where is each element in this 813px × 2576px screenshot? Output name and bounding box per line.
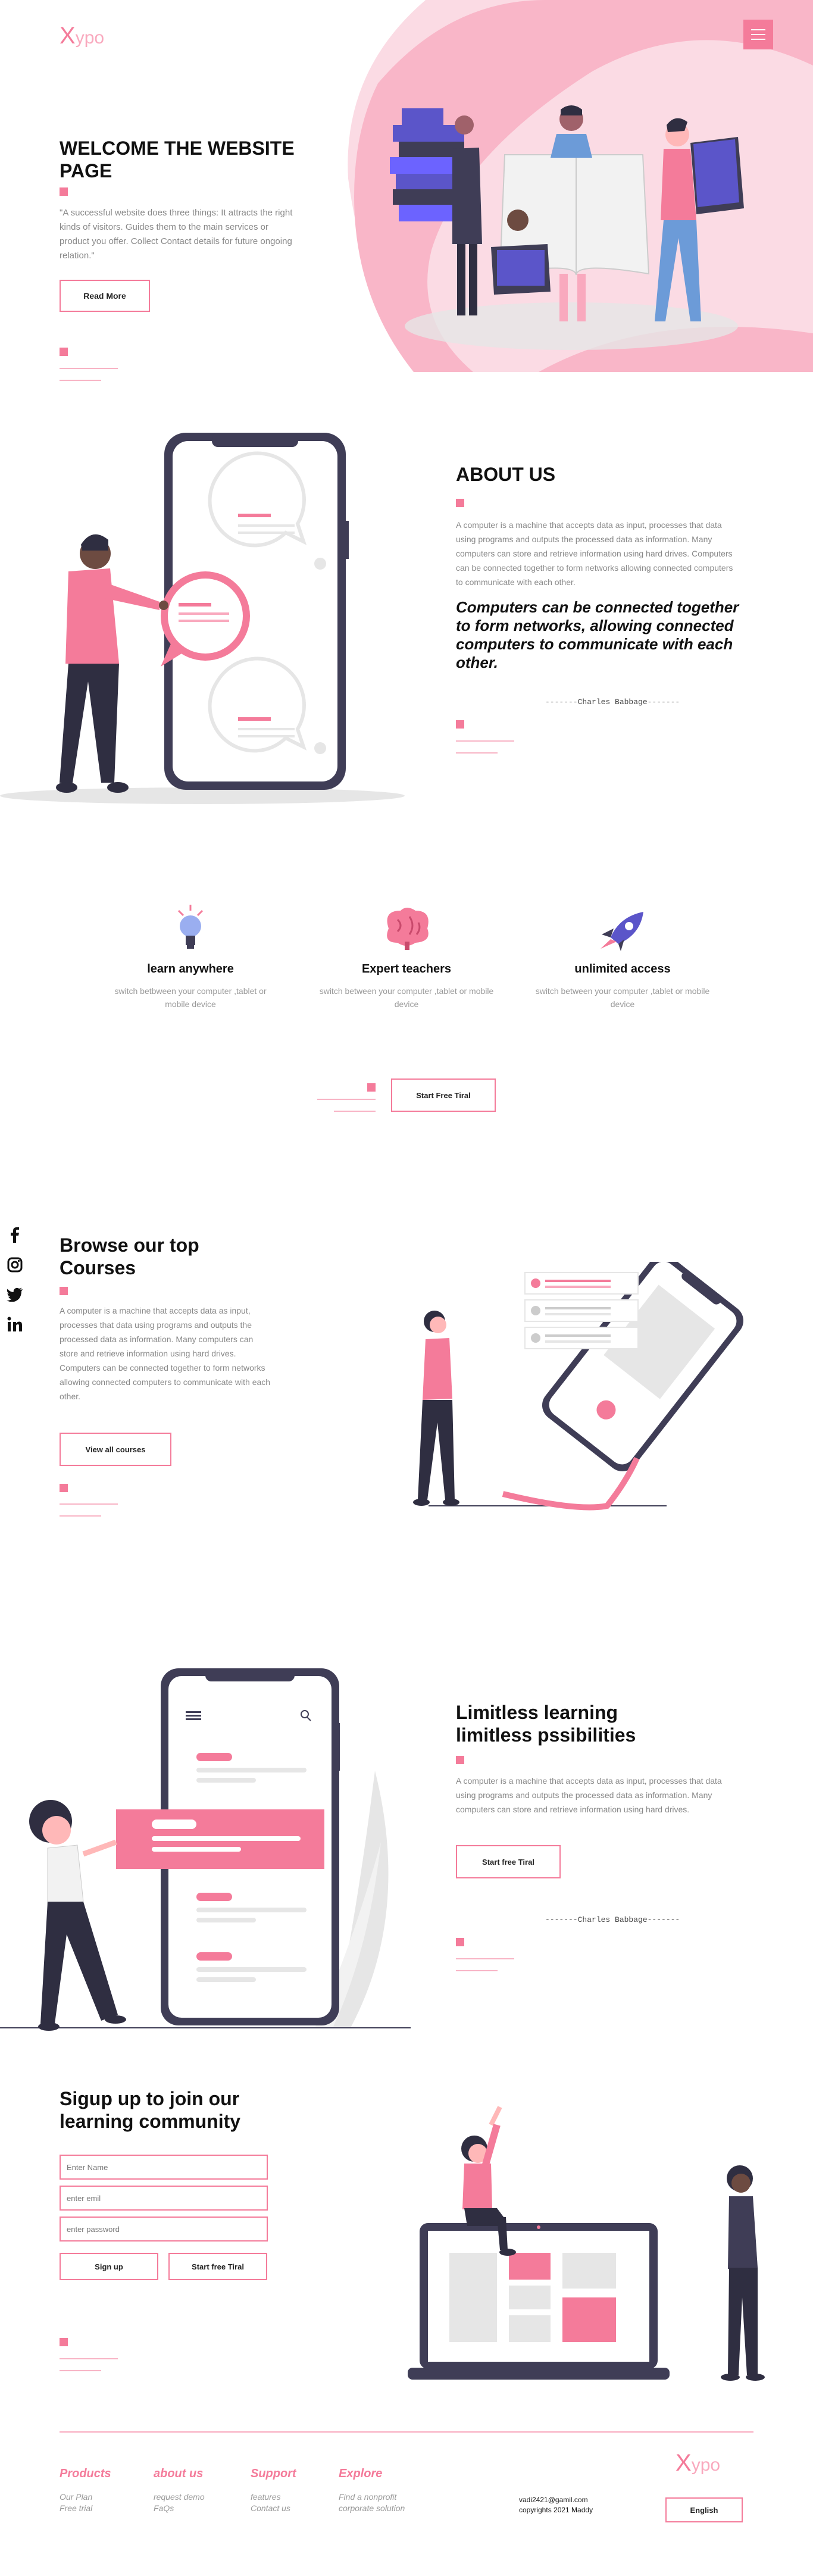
start-free-trial-button[interactable]: Start Free Tiral [391,1078,496,1112]
decor-lines [317,1099,376,1123]
decor-lines [60,1503,118,1527]
hamburger-icon [751,29,765,30]
footer-link[interactable]: corporate solution [339,2503,458,2514]
decor-lines [60,368,118,392]
accent-square [60,348,68,356]
feature-desc: switch between your computer ,tablet or … [535,986,710,1009]
twitter-icon[interactable] [6,1286,24,1303]
footer-contact: vadi2421@gamil.com copyrights 2021 Maddy [519,2495,593,2515]
view-all-courses-button[interactable]: View all courses [60,1433,171,1466]
email-input[interactable] [60,2186,268,2211]
decor-lines [456,740,514,764]
footer-copyright: copyrights 2021 Maddy [519,2506,593,2514]
brand-x: X [60,23,76,49]
signup-button[interactable]: Sign up [60,2253,158,2280]
footer-link[interactable]: Find a nonprofit [339,2491,458,2503]
signup-laptop-illustration [408,2106,765,2381]
footer-brand-logo[interactable]: Xypo [676,2451,720,2477]
about-body: A computer is a machine that accepts dat… [456,520,733,587]
about-phone-illustration [0,433,405,804]
rocket-icon [601,912,643,951]
limitless-author: -------Charles Babbage------- [545,1915,680,1924]
footer-col-explore: Explore Find a nonprofit corporate solut… [339,2467,458,2514]
instagram-icon[interactable] [6,1256,24,1274]
decor-lines [456,1958,514,1982]
accent-square [456,720,464,729]
limitless-phone-illustration [0,1668,411,2031]
brand-logo[interactable]: Xypo [60,24,104,50]
about-author: -------Charles Babbage------- [545,698,680,706]
courses-phone-illustration [413,1262,744,1511]
accent-square [60,187,68,196]
read-more-button[interactable]: Read More [60,280,150,312]
brain-icon [387,908,429,950]
limitless-title: Limitless learning limitless pssibilitie… [456,1702,636,1746]
accent-square [60,1287,68,1295]
feature-desc: switch between your computer ,tablet or … [319,986,494,1009]
accent-square [456,1938,464,1946]
footer-email[interactable]: vadi2421@gamil.com [519,2495,593,2505]
accent-square [60,1484,68,1492]
hero-title: WELCOME THE WEBSITE PAGE [60,137,295,182]
brand-name: ypo [75,28,105,48]
hero-readers-illustration [390,105,744,350]
linkedin-icon[interactable] [6,1315,24,1333]
about-quote: Computers can be connected together to f… [456,598,739,671]
hero-quote: "A successful website does three things:… [60,208,293,261]
about-title: ABOUT US [456,464,556,485]
language-selector[interactable]: English [665,2497,743,2522]
feature-desc: switch betbween your computer ,tablet or… [114,986,267,1009]
feature-unlimited-access: unlimited access switch between your com… [533,905,712,1011]
password-input[interactable] [60,2217,268,2242]
accent-square [456,499,464,507]
limitless-body: A computer is a machine that accepts dat… [456,1776,722,1814]
feature-expert-teachers: Expert teachers switch between your comp… [317,905,496,1011]
courses-title: Browse our top Courses [60,1234,199,1278]
footer-divider [60,2431,753,2433]
name-input[interactable] [60,2155,268,2180]
page: Xypo WELCOME THE WEBSITE PAGE "A success… [0,0,813,2576]
facebook-icon[interactable] [6,1226,24,1244]
menu-button[interactable] [743,20,773,49]
accent-square [60,2338,68,2346]
footer-col-title: Explore [339,2467,383,2480]
start-free-trial-button[interactable]: Start free Tiral [168,2253,267,2280]
start-free-trial-button[interactable]: Start free Tiral [456,1845,561,1878]
decor-lines [60,2358,118,2382]
accent-square [367,1083,376,1092]
feature-title: learn anywhere [147,962,234,976]
courses-body: A computer is a machine that accepts dat… [60,1306,271,1401]
feature-title: Expert teachers [361,962,452,976]
feature-learn-anywhere: learn anywhere switch betbween your comp… [101,905,280,1011]
signup-title: Sigup up to join our learning community [60,2088,241,2132]
feature-title: unlimited access [574,962,671,976]
accent-square [456,1756,464,1764]
lightbulb-icon [177,905,204,949]
